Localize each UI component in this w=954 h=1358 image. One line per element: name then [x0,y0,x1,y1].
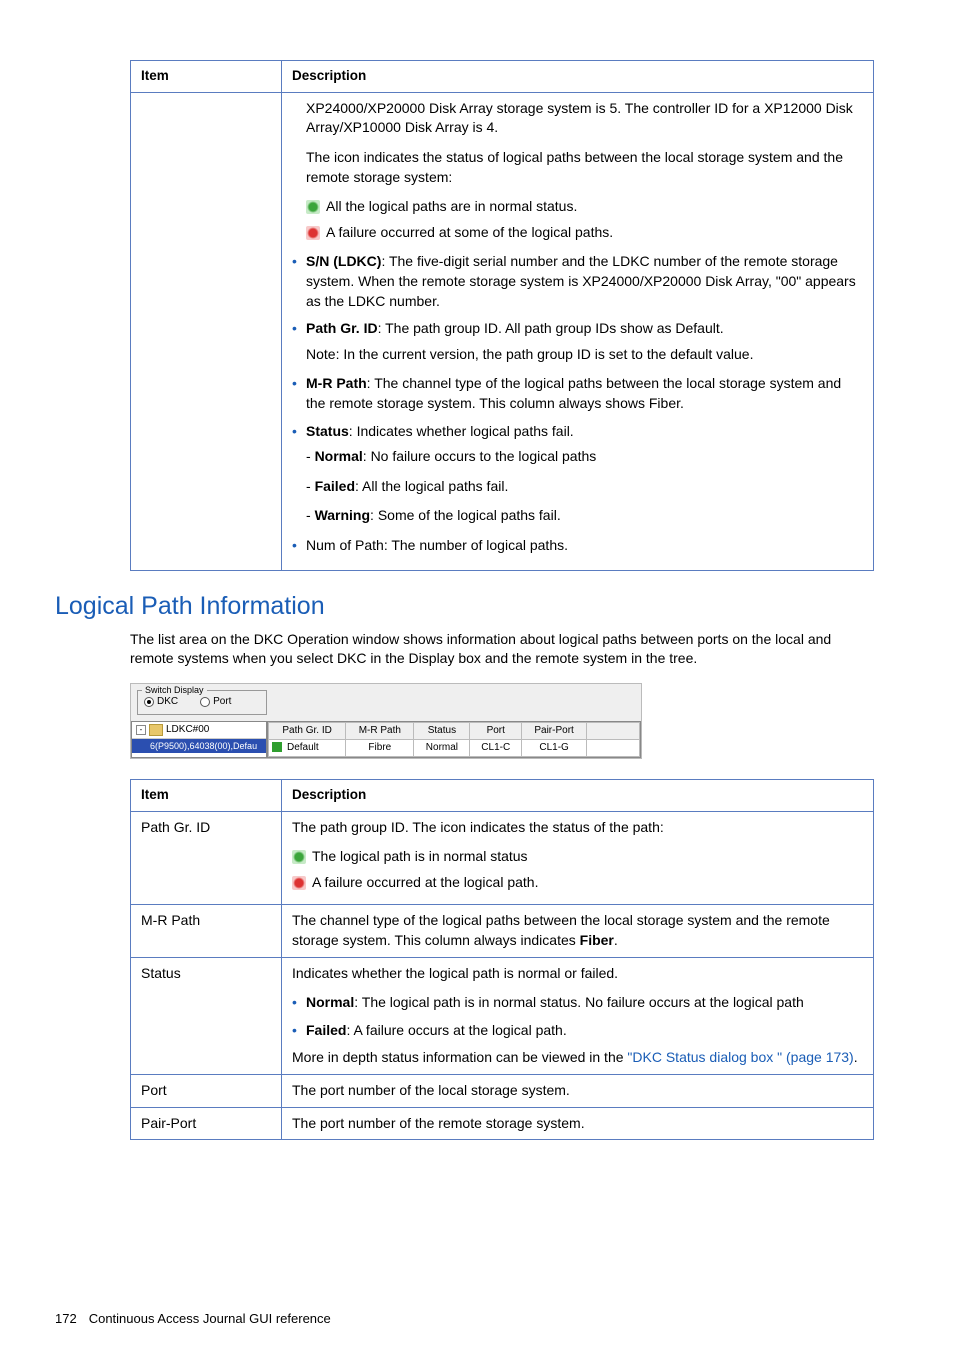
footer-title: Continuous Access Journal GUI reference [89,1310,331,1328]
row-mrpath: M-R Path The channel type of the logical… [131,905,874,957]
status-normal: - Normal: No failure occurs to the logic… [306,447,863,467]
sn-bold: S/N (LDKC) [306,253,381,269]
table-logical-path-info: Item Description Path Gr. ID The path gr… [130,779,874,1140]
status-fail-row: A failure occurred at some of the logica… [306,223,863,243]
grid-header-row: Path Gr. ID M-R Path Status Port Pair-Po… [269,722,640,739]
status-failed: - Failed: All the logical paths fail. [306,477,863,497]
dkc-status-link[interactable]: "DKC Status dialog box " (page 173) [627,1049,853,1065]
sn-text: : The five-digit serial number and the L… [306,253,856,308]
bullet-status: Status: Indicates whether logical paths … [292,422,863,526]
tree-pane[interactable]: - LDKC#00 6(P9500),64038(00),Defau [131,721,267,758]
switch-display-group: Switch Display DKC Port [137,690,267,715]
th-item: Item [131,61,282,93]
bullet-normal: Normal: The logical path is in normal st… [292,993,863,1013]
more-info: More in depth status information can be … [292,1048,863,1068]
pathgr-bold: Path Gr. ID [306,320,378,336]
radio-dot-selected-icon [144,697,154,707]
status-fail-icon [292,876,306,890]
bullet-sn: S/N (LDKC): The five-digit serial number… [292,252,863,311]
bullet-failed: Failed: A failure occurs at the logical … [292,1021,863,1041]
bullet-numpath: Num of Path: The number of logical paths… [292,536,863,556]
bullet-pathgr: Path Gr. ID: The path group ID. All path… [292,319,863,364]
status-text: : Indicates whether logical paths fail. [349,423,574,439]
th-desc: Description [282,61,874,93]
pathgr-note: Note: In the current version, the path g… [306,345,863,365]
th-item: Item [131,779,282,811]
section-intro: The list area on the DKC Operation windo… [130,630,874,669]
row-port: Port The port number of the local storag… [131,1075,874,1108]
intro-line-2: The icon indicates the status of logical… [306,148,863,187]
status-ok-icon [306,200,320,214]
th-desc: Description [282,779,874,811]
status-ok-row: All the logical paths are in normal stat… [306,197,863,217]
td-desc: XP24000/XP20000 Disk Array storage syste… [282,92,874,570]
page-number: 172 [55,1310,77,1328]
status-bold: Status [306,423,349,439]
tree-leaf-selected[interactable]: 6(P9500),64038(00),Defau [132,739,266,754]
grid-pane: Path Gr. ID M-R Path Status Port Pair-Po… [267,721,641,758]
grid-data-row[interactable]: Default Fibre Normal CL1-C CL1-G [269,739,640,756]
section-title: Logical Path Information [55,589,874,624]
row-pathgrid: Path Gr. ID The path group ID. The icon … [131,811,874,905]
dkc-operation-screenshot: Switch Display DKC Port - LDKC#00 6(P950… [130,683,642,759]
radio-port[interactable]: Port [200,695,231,709]
row-status: Status Indicates whether the logical pat… [131,957,874,1074]
path-fail-row: A failure occurred at the logical path. [292,873,863,893]
mrpath-bold: M-R Path [306,375,367,391]
page-footer: 172 Continuous Access Journal GUI refere… [55,1310,874,1328]
table-remote-system-desc: Item Description XP24000/XP20000 Disk Ar… [130,60,874,571]
status-fail-text: A failure occurred at some of the logica… [326,223,613,243]
folder-icon [149,724,163,736]
mrpath-text: : The channel type of the logical paths … [306,375,841,411]
radio-dot-icon [200,697,210,707]
radio-dkc[interactable]: DKC [144,695,178,709]
pathgr-text: : The path group ID. All path group IDs … [378,320,724,336]
status-ok-icon [292,850,306,864]
desc-bullets: S/N (LDKC): The five-digit serial number… [292,252,863,555]
path-ok-row: The logical path is in normal status [292,847,863,867]
bullet-mrpath: M-R Path: The channel type of the logica… [292,374,863,413]
status-ok-text: All the logical paths are in normal stat… [326,197,577,217]
status-warning: - Warning: Some of the logical paths fai… [306,506,863,526]
status-fail-icon [306,226,320,240]
row-pairport: Pair-Port The port number of the remote … [131,1107,874,1140]
tree-collapse-icon[interactable]: - [136,725,146,735]
tree-root[interactable]: - LDKC#00 [132,722,266,739]
intro-line-1: XP24000/XP20000 Disk Array storage syste… [306,99,863,138]
switch-display-legend: Switch Display [142,684,207,697]
td-item-blank [131,92,282,570]
